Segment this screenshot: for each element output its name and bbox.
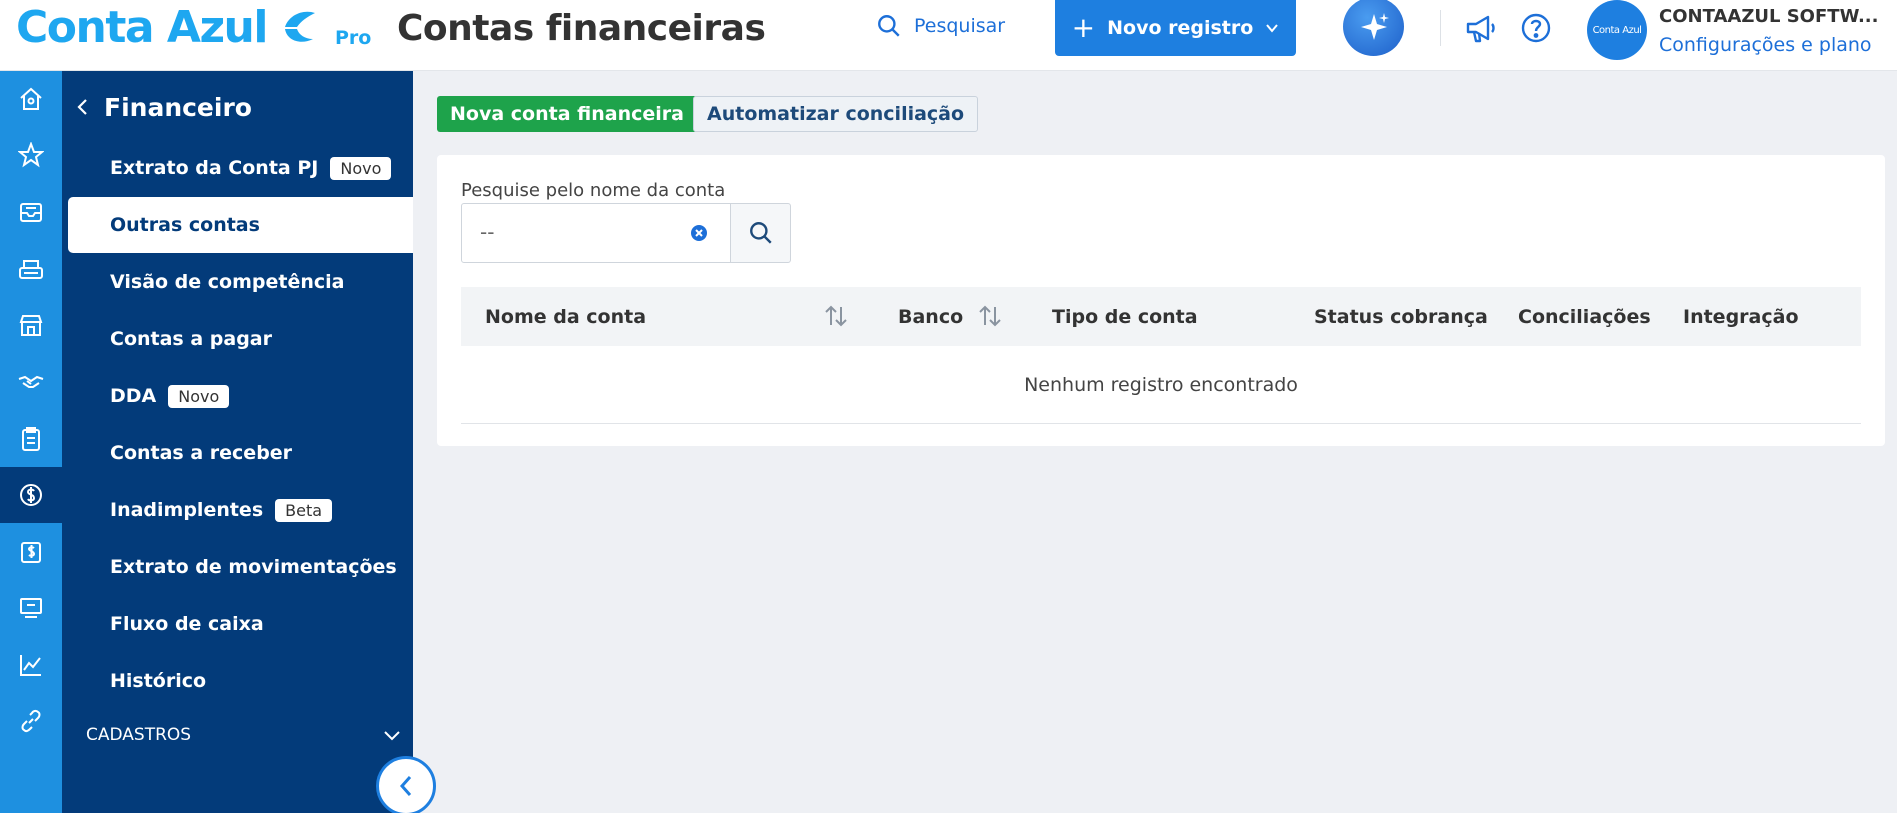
chart-icon: [20, 655, 41, 676]
sort-icon[interactable]: [977, 303, 1003, 329]
inbox-icon: [20, 203, 42, 222]
sidebar-item-label: Contas a receber: [110, 442, 293, 464]
rail-home[interactable]: [0, 71, 62, 127]
sidebar-item-inadimplentes[interactable]: Inadimplentes Beta: [68, 482, 413, 538]
new-record-label: Novo registro: [1107, 17, 1254, 39]
clipboard-icon: [22, 427, 40, 451]
register-icon: [20, 598, 42, 618]
collapse-sidebar-button[interactable]: [376, 756, 436, 813]
chevron-down-icon: [384, 731, 400, 741]
search-input-value: --: [480, 220, 495, 244]
new-badge: Novo: [330, 156, 392, 180]
sidebar-item-label: Inadimplentes: [110, 499, 264, 521]
handshake-icon: [18, 375, 44, 388]
column-header-status-cobranca: Status cobrança: [1314, 305, 1488, 328]
plus-icon: +: [1071, 11, 1096, 44]
rail-register[interactable]: [0, 580, 62, 636]
link-icon: [21, 709, 41, 733]
rail-store[interactable]: [0, 297, 62, 353]
logo-text: Conta Azul: [16, 1, 268, 53]
sidebar-item-label: Extrato da Conta PJ: [110, 157, 319, 179]
new-badge: Novo: [168, 384, 230, 408]
sidebar-item-fluxo-de-caixa[interactable]: Fluxo de caixa: [68, 596, 413, 652]
sidebar-item-label: DDA: [110, 385, 157, 407]
account-search-input[interactable]: --: [461, 203, 731, 263]
sidebar-title: Financeiro: [104, 92, 252, 122]
sidebar-item-contas-a-pagar[interactable]: Contas a pagar: [68, 311, 413, 367]
empty-state-message: Nenhum registro encontrado: [461, 346, 1861, 424]
star-icon: [18, 142, 44, 168]
sidebar-item-label: Extrato de movimentações: [110, 556, 397, 578]
rail-inbox[interactable]: [0, 184, 62, 240]
sidebar-item-extrato-conta-pj[interactable]: Extrato da Conta PJ Novo: [68, 140, 413, 196]
settings-and-plan-link[interactable]: Configurações e plano: [1659, 34, 1872, 56]
new-record-button[interactable]: + Novo registro: [1055, 0, 1296, 56]
ai-assistant-button[interactable]: [1343, 0, 1404, 56]
search-field-label: Pesquise pelo nome da conta: [461, 180, 726, 201]
sidebar-section-cadastros[interactable]: CADASTROS: [86, 720, 401, 750]
table-header: Nome da conta Banco Tipo de conta Status…: [461, 287, 1861, 346]
store-icon: [19, 315, 43, 336]
column-header-tipo-de-conta: Tipo de conta: [1052, 305, 1198, 328]
help-icon[interactable]: [1520, 12, 1552, 44]
top-header: Conta Azul Pro Contas financeiras Pesqui…: [0, 0, 1897, 71]
search-icon: [878, 15, 900, 37]
column-header-conciliacoes: Conciliações: [1518, 305, 1651, 328]
rail-billing[interactable]: [0, 524, 62, 580]
section-label: CADASTROS: [86, 725, 192, 745]
sidebar-item-label: Visão de competência: [110, 271, 345, 293]
plan-tier-label: Pro: [335, 27, 372, 49]
rail-orders[interactable]: [0, 411, 62, 467]
rail-pos[interactable]: [0, 241, 62, 297]
sidebar-item-visao-competencia[interactable]: Visão de competência: [68, 254, 413, 310]
company-name[interactable]: CONTAAZUL SOFTW...: [1659, 6, 1878, 27]
chevron-down-icon: [1266, 24, 1279, 33]
financial-sidebar: Financeiro Extrato da Conta PJ Novo Outr…: [62, 71, 413, 813]
sidebar-item-label: Histórico: [110, 670, 207, 692]
rail-favorites[interactable]: [0, 127, 62, 183]
accounts-card: Pesquise pelo nome da conta -- Nome da c…: [437, 155, 1885, 446]
beta-badge: Beta: [275, 498, 333, 522]
clear-icon[interactable]: [690, 224, 708, 242]
rail-contracts[interactable]: [0, 354, 62, 410]
column-header-nome-da-conta[interactable]: Nome da conta: [485, 287, 646, 346]
megaphone-icon[interactable]: [1464, 12, 1498, 44]
rail-financial[interactable]: [0, 467, 62, 523]
sidebar-item-extrato-movimentacoes[interactable]: Extrato de movimentações: [68, 539, 413, 595]
sparkle-icon: [1360, 12, 1389, 40]
sidebar-item-label: Fluxo de caixa: [110, 613, 264, 635]
header-divider: [1440, 10, 1441, 46]
sidebar-item-historico[interactable]: Histórico: [68, 653, 413, 709]
automate-reconciliation-button[interactable]: Automatizar conciliação: [693, 96, 979, 132]
chevron-left-icon: [77, 99, 87, 115]
sidebar-back-button[interactable]: Financeiro: [76, 89, 252, 125]
page-title: Contas financeiras: [397, 8, 766, 49]
search-submit-button[interactable]: [730, 203, 791, 263]
rail-reports[interactable]: [0, 637, 62, 693]
search-label: Pesquisar: [914, 15, 1006, 37]
invoice-icon: [21, 542, 41, 563]
column-header-integracao: Integração: [1683, 305, 1799, 328]
sidebar-item-dda[interactable]: DDA Novo: [68, 368, 413, 424]
sidebar-item-contas-a-receber[interactable]: Contas a receber: [68, 425, 413, 481]
keyboard-icon: [19, 260, 43, 279]
conta-azul-logo[interactable]: Conta Azul: [16, 1, 319, 53]
logo-mark-icon: [284, 11, 315, 42]
sidebar-item-outras-contas[interactable]: Outras contas: [68, 197, 413, 253]
dollar-icon: [20, 484, 42, 506]
rail-integrations[interactable]: [0, 693, 62, 749]
company-avatar[interactable]: Conta Azul: [1587, 0, 1647, 60]
sidebar-item-label: Contas a pagar: [110, 328, 273, 350]
global-search-button[interactable]: Pesquisar: [876, 10, 1005, 42]
home-icon: [20, 87, 42, 110]
icon-rail: [0, 71, 62, 813]
column-header-banco[interactable]: Banco: [898, 287, 963, 346]
new-financial-account-button[interactable]: Nova conta financeira: [437, 96, 697, 132]
search-icon: [749, 222, 772, 244]
chevron-left-icon: [399, 776, 412, 796]
sidebar-item-label: Outras contas: [110, 214, 260, 236]
sort-icon[interactable]: [823, 303, 849, 329]
